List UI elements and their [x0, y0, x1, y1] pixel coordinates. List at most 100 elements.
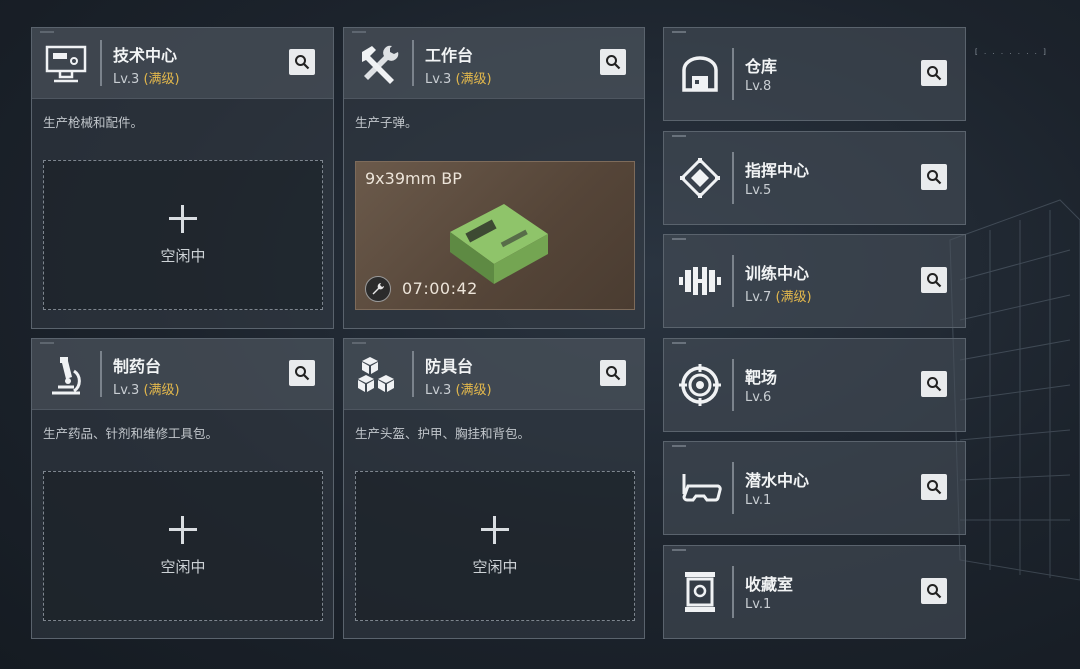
hammer-wrench-icon — [354, 40, 402, 88]
facility-name: 防具台 — [425, 357, 474, 376]
production-slot[interactable]: 空闲中 — [355, 471, 635, 621]
search-button[interactable] — [921, 371, 947, 397]
panel-tag — [672, 238, 686, 240]
header-divider — [732, 359, 734, 411]
plus-icon — [169, 515, 197, 544]
search-icon — [606, 366, 621, 381]
header-divider — [100, 351, 102, 397]
chip-icon — [676, 154, 724, 202]
panel-warehouse[interactable]: 仓库 Lv.8 — [663, 27, 966, 121]
panel-header: 技术中心 Lv.3 (满级) — [32, 28, 333, 99]
search-button[interactable] — [600, 49, 626, 75]
panel-tag — [672, 135, 686, 137]
search-icon — [606, 55, 621, 70]
panel-header: 防具台 Lv.3 (满级) — [344, 339, 644, 410]
facility-level: Lv.3 (满级) — [113, 379, 180, 398]
facility-level: Lv.8 — [745, 79, 771, 94]
slot-status: 空闲中 — [472, 557, 518, 576]
dumbbell-icon — [676, 257, 724, 305]
facility-level: Lv.1 — [745, 597, 771, 612]
search-icon — [295, 366, 310, 381]
facility-level: Lv.3 (满级) — [425, 379, 492, 398]
facility-level: Lv.3 (满级) — [113, 68, 180, 87]
header-divider — [412, 40, 414, 86]
level-value: Lv.3 — [113, 383, 140, 398]
level-value: Lv.5 — [745, 183, 772, 198]
panel-command-center[interactable]: 指挥中心 Lv.5 — [663, 131, 966, 225]
level-value: Lv.3 — [425, 72, 452, 87]
search-icon — [295, 55, 310, 70]
panel-tag — [672, 549, 686, 551]
panel-header: 制药台 Lv.3 (满级) — [32, 339, 333, 410]
facility-name: 仓库 — [745, 57, 778, 76]
target-icon — [676, 361, 724, 409]
header-divider — [732, 566, 734, 618]
max-level-tag: (满级) — [143, 383, 180, 398]
crafting-item-name: 9x39mm BP — [365, 169, 462, 188]
panel-training-center[interactable]: 训练中心 Lv.7 (满级) — [663, 234, 966, 328]
panel-collection-room[interactable]: 收藏室 Lv.1 — [663, 545, 966, 639]
panel-pharmacy[interactable]: 制药台 Lv.3 (满级) 生产药品、针剂和维修工具包。 空闲中 — [31, 338, 334, 639]
plus-icon — [481, 515, 509, 544]
facility-name: 潜水中心 — [745, 471, 810, 490]
facility-name: 技术中心 — [113, 46, 178, 65]
max-level-tag: (满级) — [455, 72, 492, 87]
crafting-slot[interactable]: 9x39mm BP 07:00:42 — [355, 161, 635, 310]
search-button[interactable] — [289, 49, 315, 75]
search-button[interactable] — [921, 578, 947, 604]
production-slot[interactable]: 空闲中 — [43, 160, 323, 310]
panel-diving-center[interactable]: 潜水中心 Lv.1 — [663, 441, 966, 535]
header-divider — [412, 351, 414, 397]
facility-description: 生产头盔、护甲、胸挂和背包。 — [355, 426, 531, 441]
search-button[interactable] — [289, 360, 315, 386]
plus-icon — [169, 204, 197, 233]
panel-workbench[interactable]: 工作台 Lv.3 (满级) 生产子弹。 9x39mm BP 07:00:42 — [343, 27, 645, 329]
microscope-icon — [42, 351, 90, 399]
facility-description: 生产子弹。 — [355, 115, 418, 130]
level-value: Lv.6 — [745, 390, 772, 405]
max-level-tag: (满级) — [455, 383, 492, 398]
display-case-icon — [676, 568, 724, 616]
facility-name: 工作台 — [425, 46, 474, 65]
corner-label: [ . . . . . . . ] — [975, 48, 1048, 56]
max-level-tag: (满级) — [775, 290, 812, 305]
search-button[interactable] — [921, 164, 947, 190]
search-button[interactable] — [921, 60, 947, 86]
level-value: Lv.3 — [425, 383, 452, 398]
search-icon — [927, 273, 942, 288]
level-value: Lv.1 — [745, 597, 772, 612]
panel-tech-center[interactable]: 技术中心 Lv.3 (满级) 生产枪械和配件。 空闲中 — [31, 27, 334, 329]
monitor-icon — [42, 40, 90, 88]
slot-status: 空闲中 — [160, 246, 206, 265]
warehouse-icon — [676, 50, 724, 98]
facility-level: Lv.7 (满级) — [745, 286, 812, 305]
facility-level: Lv.6 — [745, 390, 771, 405]
level-value: Lv.7 — [745, 290, 772, 305]
search-button[interactable] — [921, 474, 947, 500]
panel-header: 工作台 Lv.3 (满级) — [344, 28, 644, 99]
panel-tag — [672, 31, 686, 33]
header-divider — [732, 152, 734, 204]
production-slot[interactable]: 空闲中 — [43, 471, 323, 621]
panel-armor-bench[interactable]: 防具台 Lv.3 (满级) 生产头盔、护甲、胸挂和背包。 空闲中 — [343, 338, 645, 639]
header-divider — [732, 255, 734, 307]
facility-name: 训练中心 — [745, 264, 810, 283]
panel-tag — [672, 445, 686, 447]
search-button[interactable] — [921, 267, 947, 293]
facility-description: 生产药品、针剂和维修工具包。 — [43, 426, 219, 441]
facility-level: Lv.1 — [745, 493, 771, 508]
header-divider — [100, 40, 102, 86]
facility-name: 收藏室 — [745, 575, 794, 594]
wrench-timer-icon — [365, 276, 391, 302]
max-level-tag: (满级) — [143, 72, 180, 87]
facility-level: Lv.3 (满级) — [425, 68, 492, 87]
search-icon — [927, 66, 942, 81]
cubes-icon — [354, 351, 402, 399]
level-value: Lv.1 — [745, 493, 772, 508]
search-icon — [927, 377, 942, 392]
panel-shooting-range[interactable]: 靶场 Lv.6 — [663, 338, 966, 432]
facility-name: 制药台 — [113, 357, 162, 376]
search-button[interactable] — [600, 360, 626, 386]
facility-name: 指挥中心 — [745, 161, 810, 180]
slot-status: 空闲中 — [160, 557, 206, 576]
